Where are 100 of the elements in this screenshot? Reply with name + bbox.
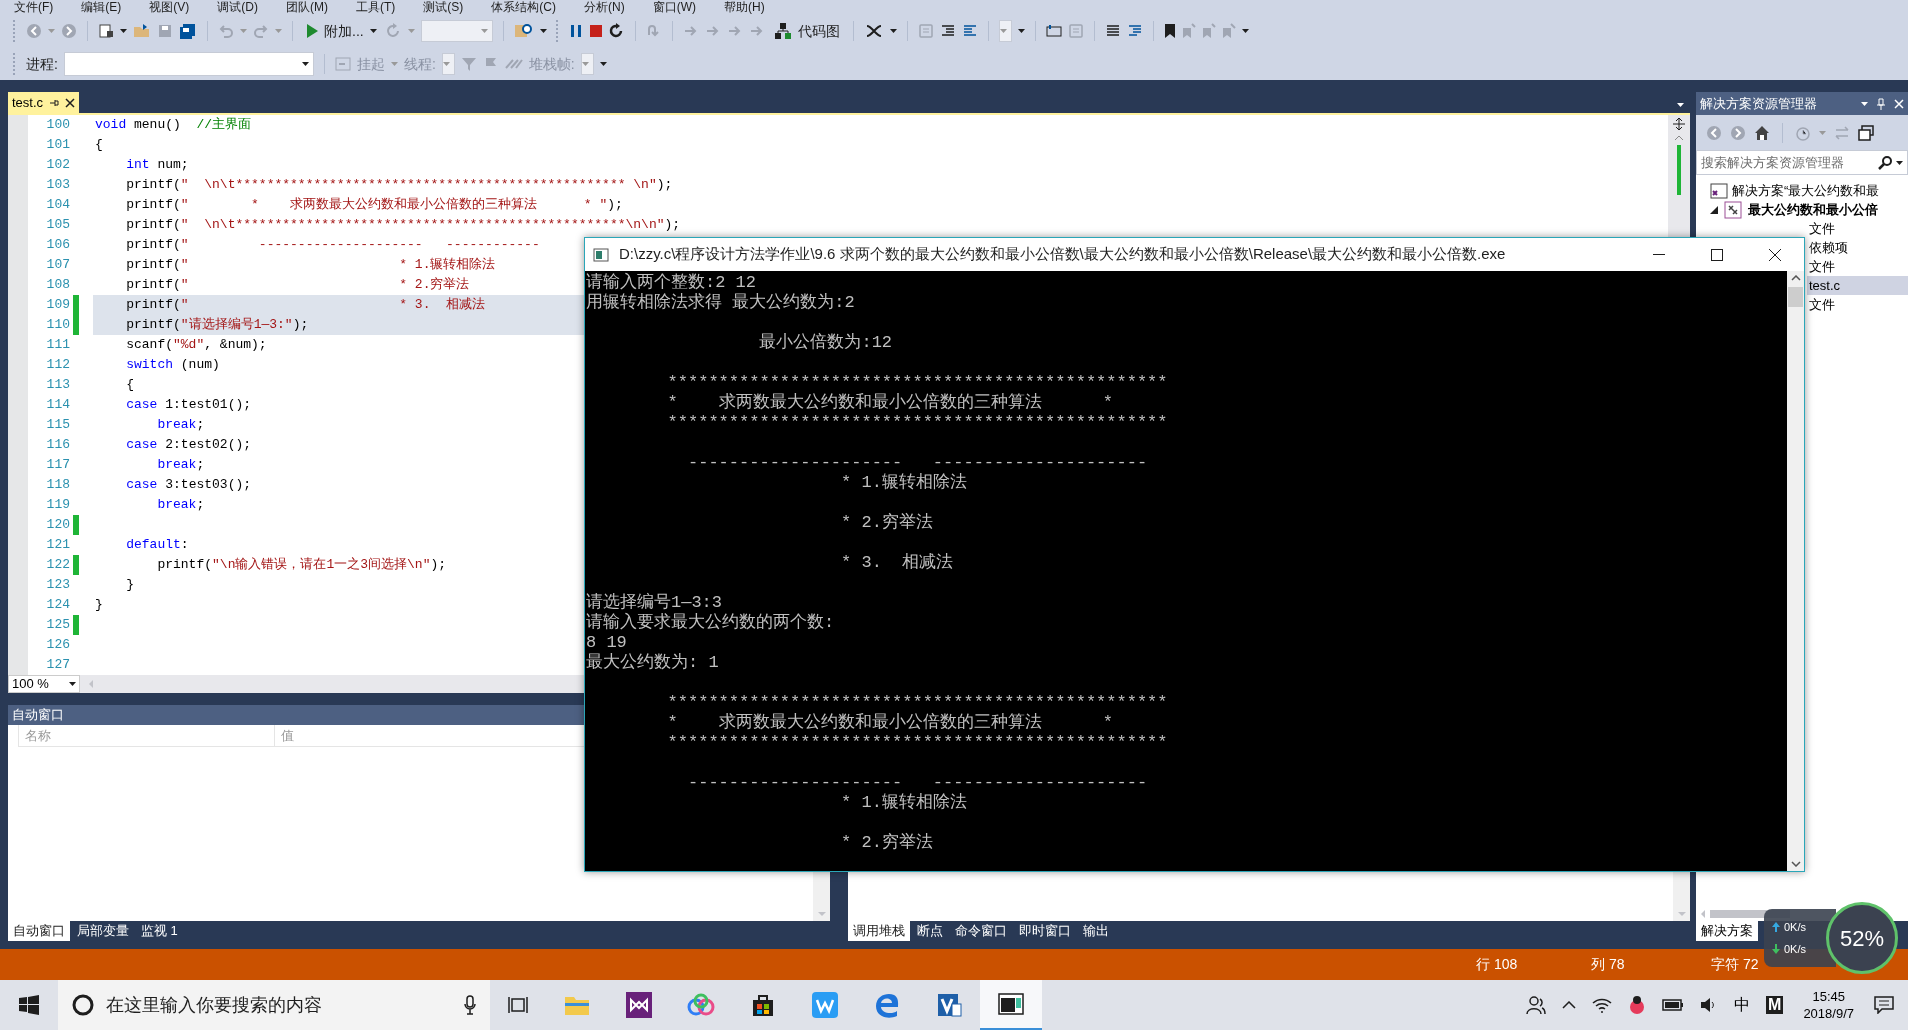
code-map-button[interactable]: 代码图 [770, 19, 843, 43]
console-icon[interactable] [593, 247, 609, 262]
caret-icon[interactable] [120, 29, 127, 33]
menu-item[interactable]: 体系结构(C) [477, 1, 570, 14]
panel-tab[interactable]: 输出 [1078, 921, 1114, 941]
tree-item[interactable]: 文件 [1807, 219, 1908, 238]
configuration-dropdown[interactable] [998, 20, 1012, 42]
home-icon[interactable] [1754, 124, 1770, 141]
play-icon[interactable] [306, 24, 318, 38]
caret-icon[interactable] [1241, 29, 1249, 33]
list-icon[interactable] [1104, 23, 1121, 39]
split-icon[interactable] [1672, 117, 1686, 131]
close-icon[interactable] [1769, 248, 1781, 261]
panel-tab[interactable]: 解决方案 [1696, 921, 1758, 941]
indent-icon[interactable] [939, 23, 956, 39]
search-field[interactable]: 搜索解决方案资源管理器 [1696, 150, 1908, 175]
caret-icon[interactable] [69, 682, 76, 686]
notification-icon[interactable] [1874, 996, 1894, 1014]
close-icon[interactable] [65, 97, 76, 108]
microphone-icon[interactable] [464, 995, 476, 1015]
stack-frame-dropdown[interactable] [580, 53, 594, 75]
solution-icon[interactable] [1710, 182, 1728, 199]
wifi-icon[interactable] [1592, 997, 1613, 1013]
list-icon[interactable] [1126, 23, 1143, 39]
chevron-up-icon[interactable] [1562, 1001, 1577, 1009]
save-all-icon[interactable] [179, 23, 197, 39]
pin-icon[interactable] [49, 97, 60, 108]
caret-icon[interactable] [889, 29, 897, 33]
vertical-scrollbar[interactable] [1668, 115, 1690, 235]
find-icon[interactable] [513, 22, 534, 40]
menu-item[interactable]: 窗口(W) [638, 1, 710, 14]
panel-tab[interactable]: 自动窗口 [8, 921, 70, 941]
menu-item[interactable]: 文件(F) [0, 1, 68, 14]
panel-tab[interactable]: 监视 1 [136, 921, 183, 941]
minimize-icon[interactable] [1653, 253, 1665, 256]
bookmark-icon[interactable] [1163, 23, 1176, 39]
menu-item[interactable]: 测试(S) [409, 1, 478, 14]
console-window[interactable] [584, 237, 1805, 872]
panel-tab[interactable]: 局部变量 [72, 921, 134, 941]
vertical-scrollbar[interactable] [1673, 873, 1690, 921]
panel-tab[interactable]: 命令窗口 [950, 921, 1012, 941]
caret-icon[interactable] [539, 29, 547, 33]
network-speed-widget[interactable]: 0K/s 0K/s 52% [1764, 896, 1908, 980]
caret-icon[interactable] [1677, 103, 1684, 107]
zoom-dropdown[interactable]: 100 % [8, 675, 80, 693]
pause-icon[interactable] [568, 24, 583, 38]
ime-indicator[interactable]: 中 [1734, 993, 1751, 1017]
open-folder-icon[interactable] [133, 23, 151, 39]
new-project-icon[interactable] [98, 23, 114, 39]
tree-item[interactable]: test.c [1807, 276, 1908, 295]
task-view-icon[interactable] [508, 996, 528, 1014]
outdent-icon[interactable] [961, 23, 978, 39]
thread-dropdown[interactable] [441, 53, 455, 75]
panel-tab[interactable]: 调用堆栈 [848, 921, 910, 941]
menu-item[interactable]: 分析(N) [570, 1, 639, 14]
battery-icon[interactable] [1662, 998, 1685, 1012]
menu-item[interactable]: 帮助(H) [710, 1, 779, 14]
caret-icon[interactable] [301, 62, 309, 66]
windows-icon[interactable] [1858, 124, 1874, 141]
stop-icon[interactable] [588, 24, 603, 38]
vertical-scrollbar[interactable] [813, 873, 830, 921]
menu-item[interactable]: 工具(T) [342, 1, 410, 14]
restart-icon[interactable] [385, 23, 402, 39]
menu-item[interactable]: 视图(V) [135, 1, 204, 14]
menu-item[interactable]: 调试(D) [203, 1, 272, 14]
ime-mode-indicator[interactable]: M [1766, 996, 1784, 1014]
caret-icon[interactable] [369, 29, 377, 33]
project-icon[interactable] [1724, 200, 1742, 219]
windows-logo-icon[interactable] [19, 995, 39, 1015]
history-icon[interactable] [1795, 124, 1811, 141]
tree-item[interactable]: 文件 [1807, 295, 1908, 314]
panel-tab[interactable]: 即时窗口 [1014, 921, 1076, 941]
menu-item[interactable]: 编辑(E) [67, 1, 136, 14]
caret-icon[interactable] [1896, 160, 1903, 165]
menu-item[interactable]: 团队(M) [272, 1, 342, 14]
vertical-scrollbar[interactable] [1787, 271, 1804, 871]
panel-tab[interactable]: 断点 [912, 921, 948, 941]
caret-icon[interactable] [1861, 101, 1868, 106]
caret-icon[interactable] [599, 62, 607, 66]
editor-tab[interactable]: test.c [8, 92, 80, 113]
search-icon[interactable] [1878, 155, 1892, 170]
people-icon[interactable] [1526, 995, 1547, 1015]
scroll-down-icon[interactable] [1790, 861, 1801, 867]
diagram-icon[interactable] [773, 22, 792, 40]
comment-icon[interactable] [1045, 23, 1062, 39]
maximize-icon[interactable] [1711, 248, 1723, 261]
caret-icon[interactable] [1017, 29, 1025, 33]
app-tray-icon[interactable] [1628, 995, 1647, 1015]
attach-button[interactable]: 附加... [303, 19, 380, 43]
tree-item[interactable]: 解决方案“最大公约数和最 [1732, 180, 1880, 201]
scroll-up-icon[interactable] [1790, 275, 1801, 281]
expanded-triangle-icon[interactable] [1710, 205, 1718, 214]
restart-icon[interactable] [608, 23, 625, 39]
tree-item[interactable]: 最大公约数和最小公倍 [1748, 199, 1878, 220]
scroll-up-icon[interactable] [1674, 135, 1684, 141]
clock[interactable]: 15:45 2018/9/7 [1799, 988, 1858, 1022]
scroll-thumb[interactable] [1788, 287, 1803, 307]
pin-icon[interactable] [1876, 97, 1886, 110]
tree-item[interactable]: 文件 [1807, 257, 1908, 276]
search-field[interactable]: 在这里输入你要搜索的内容 [58, 980, 490, 1030]
